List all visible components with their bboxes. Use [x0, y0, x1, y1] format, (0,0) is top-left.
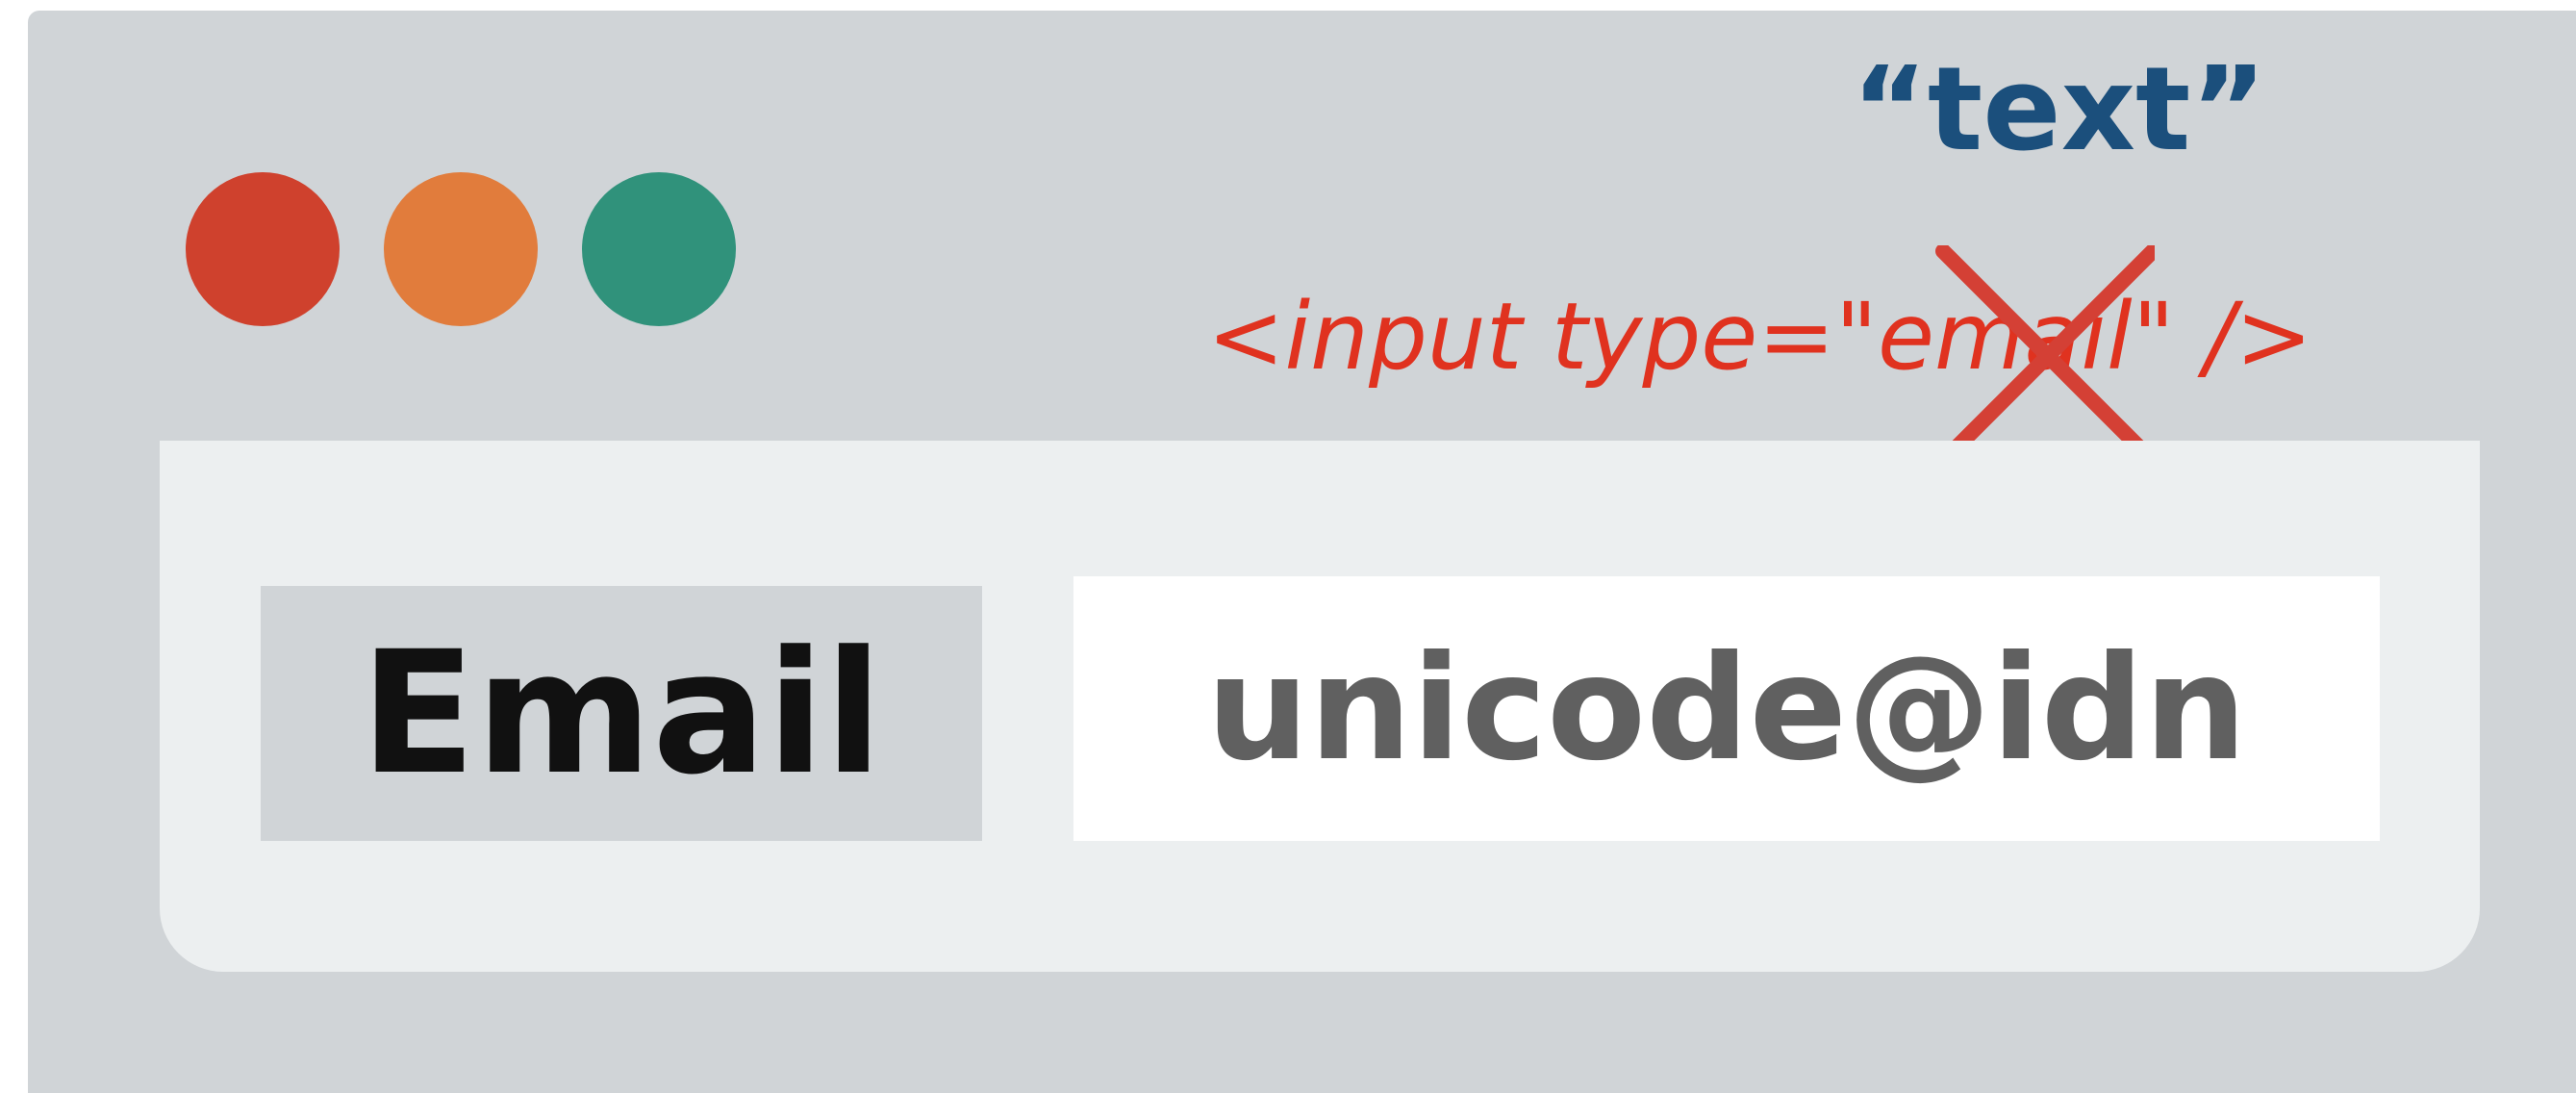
- suggested-type-label: “text”: [1852, 43, 2267, 177]
- minimize-dot-icon: [384, 172, 538, 326]
- email-label: Email: [360, 615, 883, 812]
- rejected-code-snippet: <input type="email" />: [1207, 283, 2313, 391]
- email-field[interactable]: [1073, 576, 2380, 841]
- close-dot-icon: [186, 172, 340, 326]
- maximize-dot-icon: [582, 172, 736, 326]
- email-label-box: Email: [261, 586, 982, 841]
